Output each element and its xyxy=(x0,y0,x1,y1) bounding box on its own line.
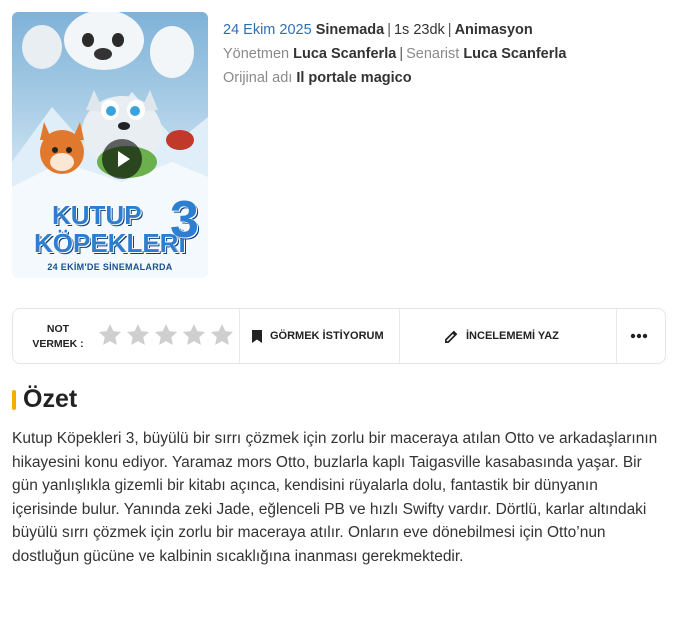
release-status: Sinemada xyxy=(315,22,385,38)
more-dots-icon xyxy=(630,333,648,339)
write-review-label: İNCELEMEMİ YAZ xyxy=(466,329,559,342)
original-title: Il portale magico xyxy=(296,70,412,86)
separator: | xyxy=(387,22,391,38)
release-date[interactable]: 24 Ekim 2025 xyxy=(223,22,312,38)
star-icon[interactable] xyxy=(181,322,207,348)
writer-link[interactable]: Luca Scanferla xyxy=(463,46,566,62)
divider xyxy=(239,309,240,363)
original-title-label: Orijinal adı xyxy=(223,70,293,86)
summary-heading: Özet xyxy=(23,385,78,413)
rate-label-line2: VERMEK : xyxy=(32,338,84,350)
release-line: 24 Ekim 2025 Sinemada | 1s 23dk | Animasyon xyxy=(223,18,567,42)
rate-label: NOT VERMEK : xyxy=(23,322,93,352)
section-accent-bar xyxy=(12,390,16,410)
poster-title-line2: KÖPEKLERİ xyxy=(34,228,186,258)
rating-stars xyxy=(97,322,235,348)
star-icon[interactable] xyxy=(97,322,123,348)
divider xyxy=(616,309,617,363)
poster-tagline: 24 EKİM'DE SİNEMALARDA xyxy=(47,262,173,272)
bookmark-icon xyxy=(252,329,262,343)
divider xyxy=(399,309,400,363)
pencil-icon xyxy=(445,330,458,343)
watchlist-label: GÖRMEK İSTİYORUM xyxy=(270,329,384,342)
more-options-button[interactable] xyxy=(630,309,655,363)
summary-text: Kutup Köpekleri 3, büyülü bir sırrı çözm… xyxy=(12,430,658,565)
genre-link[interactable]: Animasyon xyxy=(455,22,533,38)
watchlist-button[interactable]: GÖRMEK İSTİYORUM xyxy=(251,309,384,363)
action-bar: NOT VERMEK : GÖRMEK İSTİYORUM İNCELEMEMİ… xyxy=(12,308,666,364)
credits-line: Yönetmen Luca Scanferla | Senarist Luca Sc… xyxy=(223,42,567,66)
star-icon[interactable] xyxy=(153,322,179,348)
write-review-button[interactable]: İNCELEMEMİ YAZ xyxy=(444,309,559,363)
director-link[interactable]: Luca Scanferla xyxy=(293,46,396,62)
separator: | xyxy=(399,46,404,62)
play-trailer-button[interactable] xyxy=(102,139,142,179)
director-label: Yönetmen xyxy=(223,46,290,62)
star-icon[interactable] xyxy=(125,322,151,348)
rate-label-line1: NOT xyxy=(46,323,70,335)
movie-meta: 24 Ekim 2025 Sinemada | 1s 23dk | Animasyon … xyxy=(223,18,567,90)
star-icon[interactable] xyxy=(209,322,235,348)
writer-label: Senarist xyxy=(406,46,460,62)
separator: | xyxy=(447,22,452,38)
duration: 1s 23dk xyxy=(393,22,445,38)
poster-title-line1: KUTUP xyxy=(52,200,142,230)
movie-poster[interactable]: KUTUP KÖPEKLERİ 3 24 EKİM'DE SİNEMALARDA xyxy=(12,12,208,278)
poster-title-number: 3 xyxy=(170,191,199,249)
original-title-line: Orijinal adı Il portale magico xyxy=(223,66,567,90)
